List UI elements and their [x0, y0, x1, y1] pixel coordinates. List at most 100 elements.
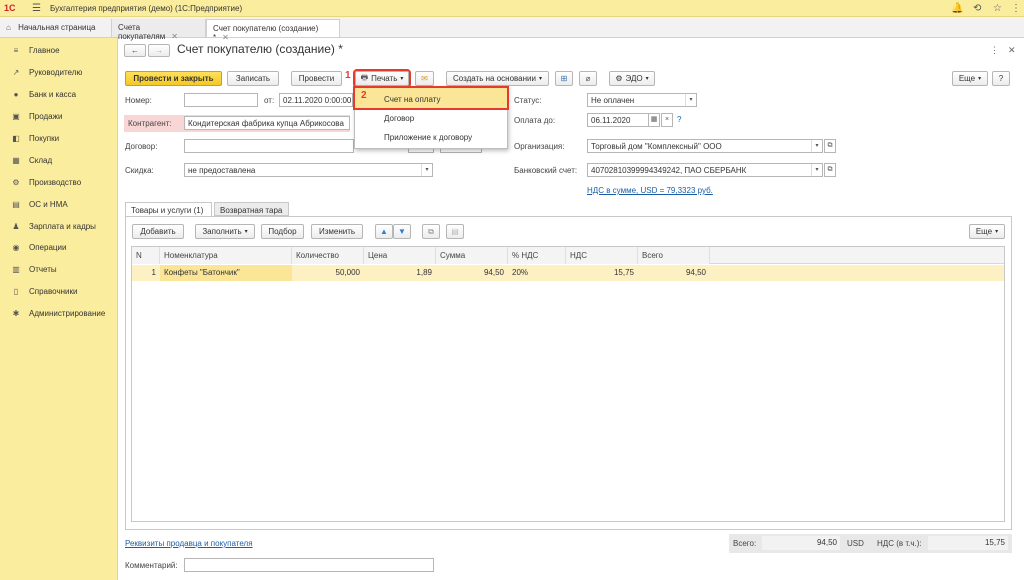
hamburger-menu-icon[interactable]: ☰ — [32, 3, 41, 14]
organization-select[interactable]: Торговый дом "Комплексный" ООО ▾ — [587, 139, 823, 153]
tab-goods[interactable]: Товары и услуги (1) — [125, 202, 212, 217]
sidebar-item[interactable]: ↗ Руководителю — [10, 65, 83, 79]
star-icon[interactable]: ☆ — [993, 3, 1002, 14]
number-field[interactable] — [184, 93, 258, 107]
bank-account-value: 40702810399994349242, ПАО СБЕРБАНК — [591, 166, 747, 175]
table-header-cell[interactable]: Цена — [364, 247, 436, 264]
post-and-close-button[interactable]: Провести и закрыть — [125, 71, 222, 86]
open-icon[interactable]: ⧉ — [824, 139, 836, 153]
tab-returnable-packaging[interactable]: Возвратная тара — [214, 202, 289, 216]
select-button[interactable]: Подбор — [261, 224, 304, 239]
print-button[interactable]: 🖶 Печать ▾ — [353, 69, 411, 88]
post-button[interactable]: Провести — [291, 71, 342, 86]
sidebar-item[interactable]: ✱ Администрирование — [10, 306, 106, 320]
sidebar-item[interactable]: ▥ Отчеты — [10, 262, 56, 276]
sidebar-item[interactable]: ♟ Зарплата и кадры — [10, 219, 96, 233]
sidebar-item[interactable]: ▤ ОС и НМА — [10, 197, 67, 211]
attachment-icon[interactable]: ⌀ — [579, 71, 597, 86]
table-header-cell[interactable]: Всего — [638, 247, 710, 264]
tab-home[interactable]: ⌂ Начальная страница — [0, 19, 112, 37]
move-down-icon[interactable]: ▼ — [393, 224, 411, 239]
chevron-down-icon: ▾ — [400, 76, 404, 82]
contract-field[interactable] — [184, 139, 354, 153]
discount-select[interactable]: не предоставлена ▾ — [184, 163, 433, 177]
close-icon[interactable]: ✕ — [1008, 45, 1016, 56]
bank-account-select[interactable]: 40702810399994349242, ПАО СБЕРБАНК ▾ — [587, 163, 823, 177]
chevron-down-icon: ▾ — [995, 229, 999, 235]
move-up-icon[interactable]: ▲ — [375, 224, 393, 239]
sidebar-item[interactable]: ● Банк и касса — [10, 87, 77, 101]
sidebar-item[interactable]: ◧ Покупки — [10, 131, 59, 145]
table-cell[interactable]: 1 — [132, 265, 160, 281]
pay-until-field[interactable]: 06.11.2020 — [587, 113, 649, 127]
requisites-link[interactable]: Реквизиты продавца и покупателя — [125, 539, 253, 548]
chevron-down-icon: ▾ — [244, 229, 248, 235]
comment-field[interactable] — [184, 558, 434, 572]
help-question-link[interactable]: ? — [677, 115, 681, 124]
table-cell[interactable]: Конфеты "Батончик" — [160, 265, 292, 281]
table-cell[interactable]: 1,89 — [364, 265, 436, 281]
more-label: Еще — [958, 74, 976, 83]
table-cell[interactable]: 94,50 — [638, 265, 710, 281]
close-icon[interactable]: ✕ — [171, 32, 178, 41]
sidebar-item-label: Главное — [29, 45, 60, 55]
tab-invoice-create[interactable]: Счет покупателю (создание) * ✕ — [206, 19, 340, 42]
vat-link[interactable]: НДС в сумме, USD = 79,3323 руб. — [587, 186, 713, 195]
table-more-button[interactable]: Еще ▾ — [969, 224, 1005, 239]
sidebar-item[interactable]: ◉ Операции — [10, 240, 67, 254]
help-button[interactable]: ? — [992, 71, 1010, 86]
sidebar-section-icon: ◉ — [12, 242, 20, 252]
open-icon[interactable]: ⧉ — [824, 163, 836, 177]
callout-number-2: 2 — [361, 90, 367, 101]
table-header-cell[interactable]: НДС — [566, 247, 638, 264]
table-header-cell[interactable]: % НДС — [508, 247, 566, 264]
structure-icon[interactable]: ⊞ — [555, 71, 573, 86]
contractor-field[interactable]: Кондитерская фабрика купца Абрикосова — [184, 116, 350, 130]
sidebar-item-label: Производство — [29, 177, 82, 187]
clear-icon[interactable]: × — [661, 113, 673, 127]
sidebar-item[interactable]: ▯ Справочники — [10, 284, 78, 298]
table-header-cell[interactable]: Номенклатура — [160, 247, 292, 264]
table-header-cell[interactable]: Сумма — [436, 247, 508, 264]
email-icon[interactable]: ✉ — [415, 71, 434, 86]
forward-button[interactable]: → — [148, 44, 170, 57]
comment-label: Комментарий: — [125, 561, 178, 570]
more-button[interactable]: Еще ▾ — [952, 71, 988, 86]
table-cell[interactable]: 15,75 — [566, 265, 638, 281]
save-button[interactable]: Записать — [227, 71, 279, 86]
date-from-field[interactable]: 02.11.2020 0:00:00 — [279, 93, 353, 107]
add-row-button[interactable]: Добавить — [132, 224, 184, 239]
calendar-icon[interactable]: ▦ — [648, 113, 660, 127]
bell-icon[interactable]: 🔔 — [951, 3, 963, 14]
table-cell[interactable]: 20% — [508, 265, 566, 281]
vat-total-value: 15,75 — [928, 536, 1008, 550]
more-options-icon[interactable]: ⋮ — [990, 45, 999, 56]
create-based-on-button[interactable]: Создать на основании ▾ — [446, 71, 549, 86]
close-icon[interactable]: ✕ — [222, 33, 229, 42]
sidebar-section-icon: ⚙ — [12, 177, 20, 187]
copy-icon[interactable]: ⧉ — [422, 224, 440, 239]
sidebar-item[interactable]: ≡ Главное — [10, 43, 60, 57]
total-label: Всего: — [733, 539, 757, 548]
tab-invoices[interactable]: Счета покупателям ✕ — [112, 19, 206, 41]
sidebar-item[interactable]: ⚙ Производство — [10, 175, 81, 189]
paste-icon[interactable]: ▤ — [446, 224, 464, 239]
change-button[interactable]: Изменить — [311, 224, 363, 239]
table-cell[interactable]: 50,000 — [292, 265, 364, 281]
history-icon[interactable]: ⟲ — [973, 3, 981, 14]
sidebar-item-label: Покупки — [29, 133, 60, 143]
table-header-cell[interactable]: N — [132, 247, 160, 264]
sidebar-item[interactable]: ▦ Склад — [10, 153, 52, 167]
table-header-cell[interactable]: Количество — [292, 247, 364, 264]
edo-button[interactable]: ⚙ ЭДО ▾ — [609, 71, 655, 86]
sidebar-item[interactable]: ▣ Продажи — [10, 109, 62, 123]
back-button[interactable]: ← — [124, 44, 146, 57]
print-menu-item-appendix[interactable]: Приложение к договору — [384, 133, 472, 142]
sidebar-section-icon: ▥ — [12, 264, 20, 274]
menu-dots-icon[interactable]: ⋮ — [1011, 3, 1021, 14]
chevron-down-icon: ▾ — [421, 164, 432, 176]
print-menu-item-contract[interactable]: Договор — [384, 114, 414, 123]
fill-button[interactable]: Заполнить ▾ — [195, 224, 255, 239]
status-select[interactable]: Не оплачен ▾ — [587, 93, 697, 107]
table-cell[interactable]: 94,50 — [436, 265, 508, 281]
